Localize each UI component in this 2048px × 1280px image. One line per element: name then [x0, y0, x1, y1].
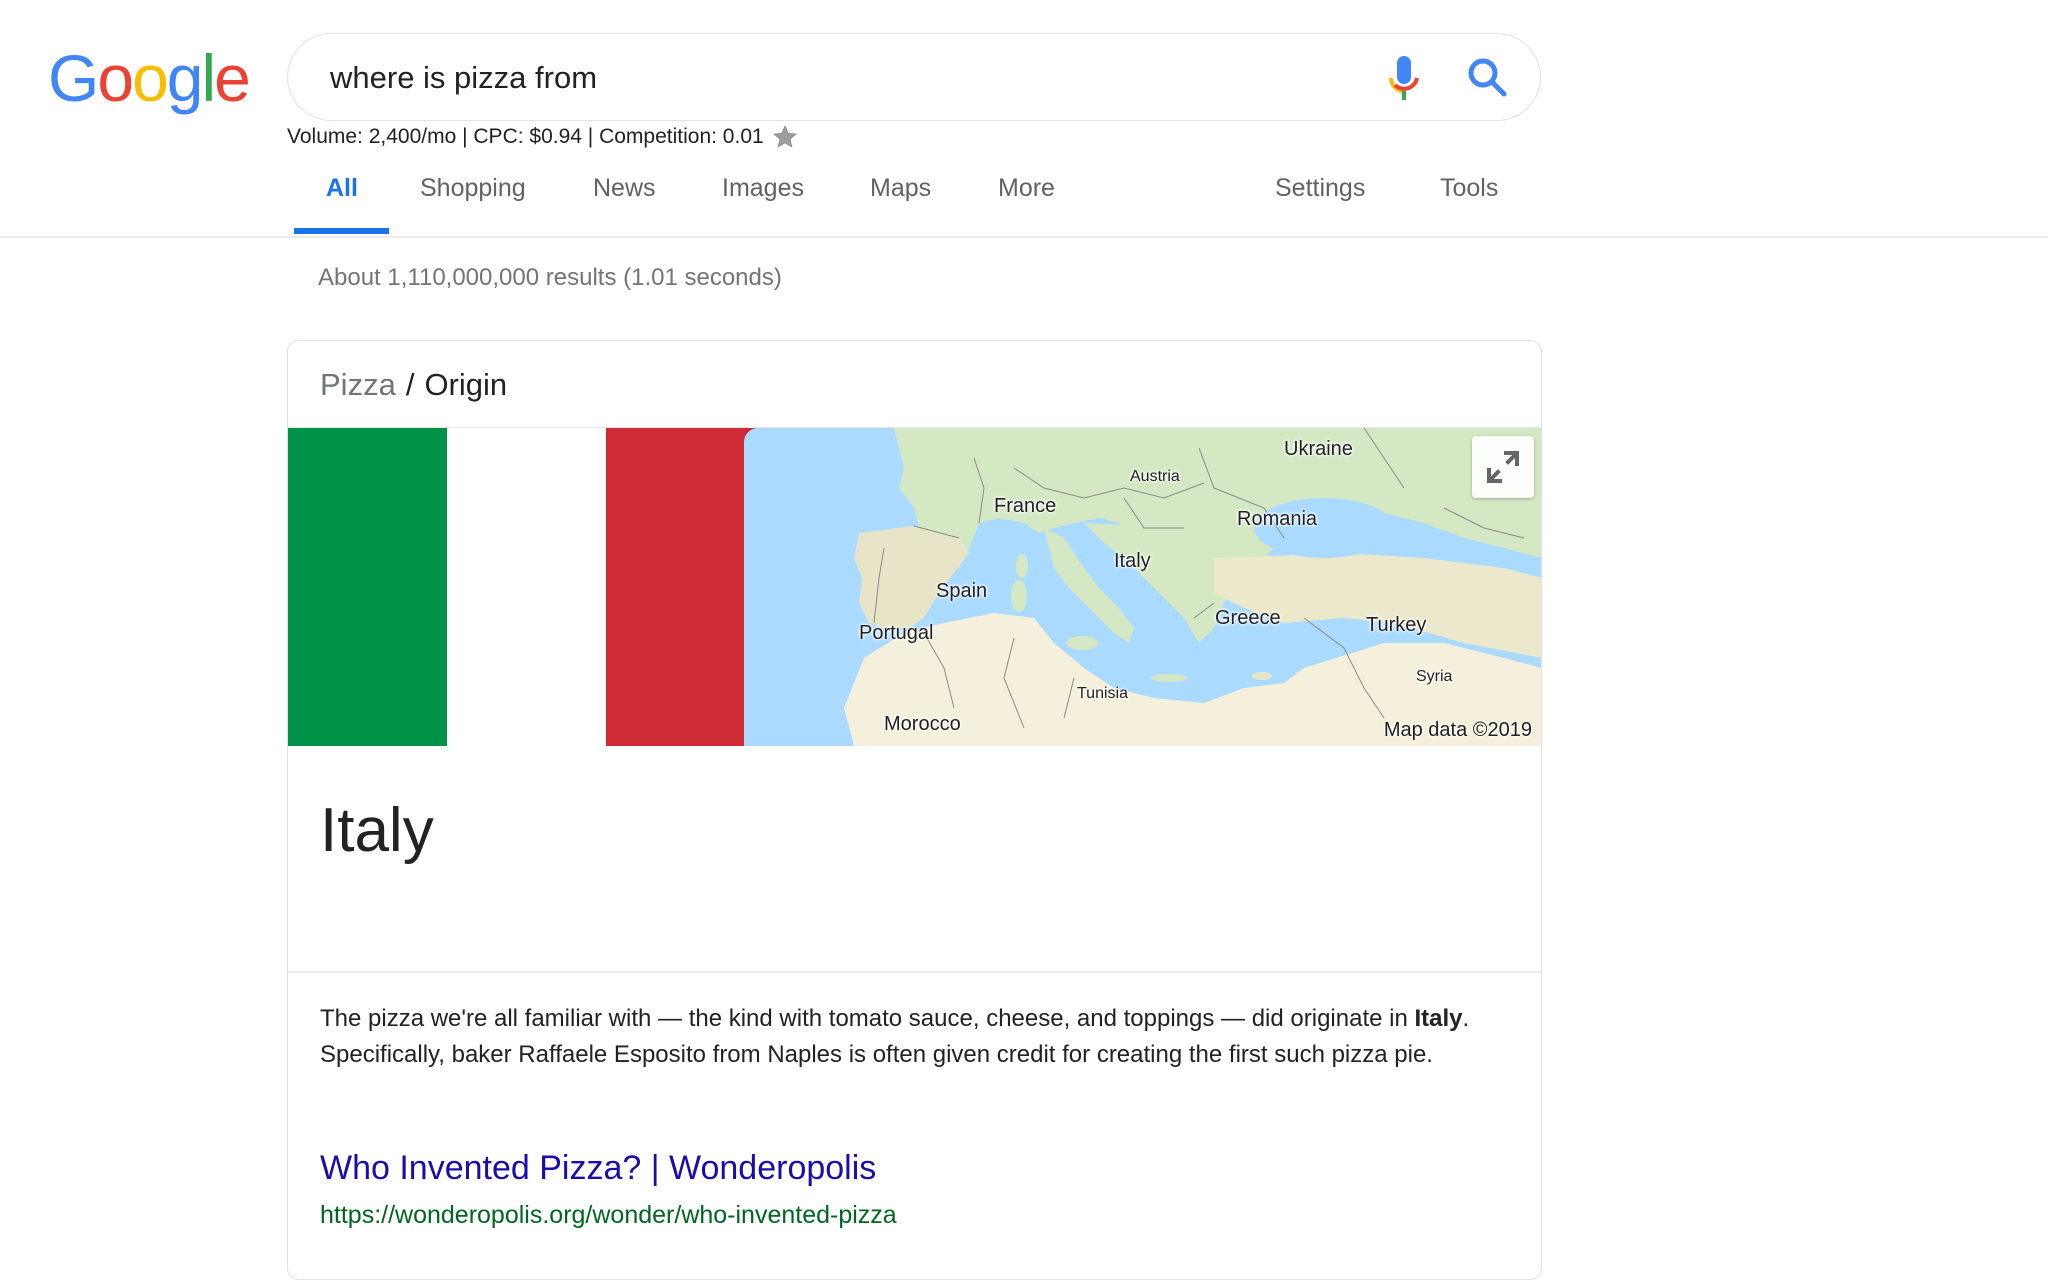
tab-more[interactable]: More	[998, 174, 1055, 232]
land-turkey	[1214, 553, 1541, 658]
island-sardinia	[1011, 580, 1027, 612]
tools-button[interactable]: Tools	[1440, 174, 1498, 232]
answer-description: The pizza we're all familiar with — the …	[320, 1001, 1500, 1073]
tab-images[interactable]: Images	[722, 174, 804, 232]
result-stats: About 1,110,000,000 results (1.01 second…	[318, 264, 782, 291]
logo-letter: l	[201, 41, 217, 115]
map-expand-button[interactable]	[1472, 436, 1534, 498]
search-button[interactable]	[1466, 56, 1510, 100]
island-cyprus	[1252, 672, 1272, 680]
tab-news[interactable]: News	[593, 174, 656, 232]
breadcrumb-current: Origin	[424, 367, 508, 402]
tab-shopping[interactable]: Shopping	[420, 174, 526, 232]
answer-title: Italy	[320, 796, 434, 865]
flag-stripe-red	[606, 428, 756, 746]
map-label: Spain	[936, 580, 988, 602]
magnifier-icon	[1468, 58, 1507, 97]
keyword-stats-text: Volume: 2,400/mo | CPC: $0.94 | Competit…	[287, 125, 764, 148]
tab-maps[interactable]: Maps	[870, 174, 931, 232]
breadcrumb-separator: /	[405, 367, 415, 402]
map-label: Romania	[1237, 508, 1318, 530]
map-label: Austria	[1130, 468, 1180, 485]
map-label: Turkey	[1366, 614, 1427, 636]
keyword-stats: Volume: 2,400/mo | CPC: $0.94 | Competit…	[287, 124, 798, 150]
flag-stripe-white	[447, 428, 606, 746]
map-attribution: Map data ©2019	[1383, 719, 1532, 741]
logo-letter: o	[97, 41, 134, 115]
search-box	[287, 33, 1541, 122]
description-highlight: Italy	[1414, 1005, 1463, 1032]
featured-answer-card: Pizza / Origin Ukraine Austria France Ro…	[287, 340, 1542, 1280]
flag-stripe-green	[288, 428, 447, 746]
active-tab-indicator	[294, 228, 389, 234]
map-label: Italy	[1114, 550, 1151, 572]
breadcrumb-parent[interactable]: Pizza	[320, 367, 396, 402]
map-label: Ukraine	[1284, 438, 1353, 460]
microphone-icon[interactable]	[1386, 54, 1422, 104]
logo-letter: G	[48, 41, 99, 115]
search-tabs: All Shopping News Images Maps More Setti…	[0, 170, 2048, 238]
map-label: France	[994, 495, 1057, 517]
map-label: Morocco	[884, 713, 961, 735]
google-logo[interactable]: Google	[48, 38, 251, 118]
map-view[interactable]: Ukraine Austria France Romania Italy Spa…	[744, 428, 1541, 746]
map-label: Greece	[1215, 607, 1281, 629]
source-link[interactable]: Who Invented Pizza? | Wonderopolis	[320, 1149, 876, 1188]
hero-media: Ukraine Austria France Romania Italy Spa…	[288, 427, 1541, 746]
breadcrumb: Pizza / Origin	[320, 367, 507, 403]
island-corsica	[1016, 554, 1028, 578]
logo-letter: g	[166, 41, 204, 115]
map-label: Portugal	[859, 622, 934, 644]
map-label: Tunisia	[1077, 685, 1128, 702]
island-sicily	[1066, 636, 1098, 650]
star-icon[interactable]	[772, 124, 798, 150]
logo-letter: e	[214, 41, 251, 115]
land-iberia	[854, 526, 969, 628]
map-label: Syria	[1416, 668, 1453, 685]
settings-button[interactable]: Settings	[1275, 174, 1365, 232]
card-divider	[288, 971, 1541, 973]
tab-all[interactable]: All	[326, 174, 358, 232]
search-input[interactable]	[328, 34, 1332, 122]
source-url: https://wonderopolis.org/wonder/who-inve…	[320, 1201, 897, 1229]
logo-letter: o	[132, 41, 169, 115]
description-text: The pizza we're all familiar with — the …	[320, 1005, 1415, 1032]
expand-icon	[1487, 451, 1519, 483]
island-crete	[1151, 674, 1187, 682]
